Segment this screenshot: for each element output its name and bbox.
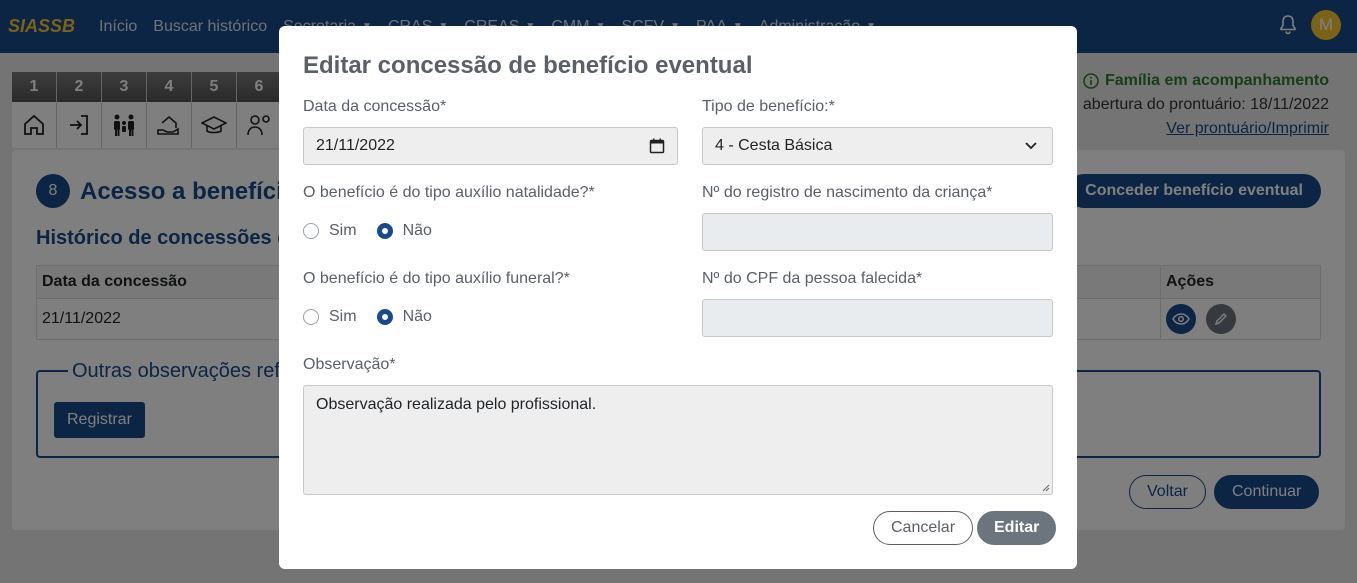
date-input[interactable]: 21/11/2022 <box>303 127 678 165</box>
cpf-input[interactable] <box>702 299 1053 337</box>
cpf-label: Nº do CPF da pessoa falecida* <box>702 270 923 287</box>
birth-record-label: Nº do registro de nascimento da criança* <box>702 184 993 201</box>
edit-button[interactable]: Editar <box>977 511 1057 545</box>
funeral-radio-nao[interactable] <box>376 309 393 325</box>
natality-radio-nao[interactable] <box>376 223 393 239</box>
calendar-icon[interactable] <box>649 138 665 154</box>
radio-label-sim: Sim <box>329 222 357 239</box>
observation-label: Observação* <box>303 356 396 373</box>
edit-benefit-modal: Editar concessão de benefício eventual D… <box>279 26 1077 569</box>
resize-handle-icon[interactable] <box>1040 482 1050 492</box>
chevron-down-icon <box>1025 142 1037 150</box>
funeral-radio-group: Sim Não <box>303 308 452 326</box>
date-label: Data da concessão* <box>303 98 447 115</box>
modal-title: Editar concessão de benefício eventual <box>303 52 753 79</box>
radio-label-nao: Não <box>402 308 432 325</box>
birth-record-input[interactable] <box>702 213 1053 251</box>
funeral-radio-sim[interactable] <box>303 309 319 325</box>
cancel-button[interactable]: Cancelar <box>873 511 974 545</box>
benefit-type-value: 4 - Cesta Básica <box>715 137 833 154</box>
funeral-question: O benefício é do tipo auxílio funeral?* <box>303 270 570 287</box>
natality-radio-sim[interactable] <box>303 223 319 239</box>
observation-value: Observação realizada pelo profissional. <box>316 396 597 413</box>
natality-question: O benefício é do tipo auxílio natalidade… <box>303 184 595 201</box>
benefit-type-select[interactable]: 4 - Cesta Básica <box>702 127 1053 165</box>
date-value: 21/11/2022 <box>316 137 395 154</box>
natality-radio-group: Sim Não <box>303 222 452 240</box>
observation-textarea[interactable]: Observação realizada pelo profissional. <box>303 385 1053 495</box>
radio-label-nao: Não <box>402 222 432 239</box>
benefit-type-label: Tipo de benefício:* <box>702 98 835 115</box>
radio-label-sim: Sim <box>329 308 357 325</box>
